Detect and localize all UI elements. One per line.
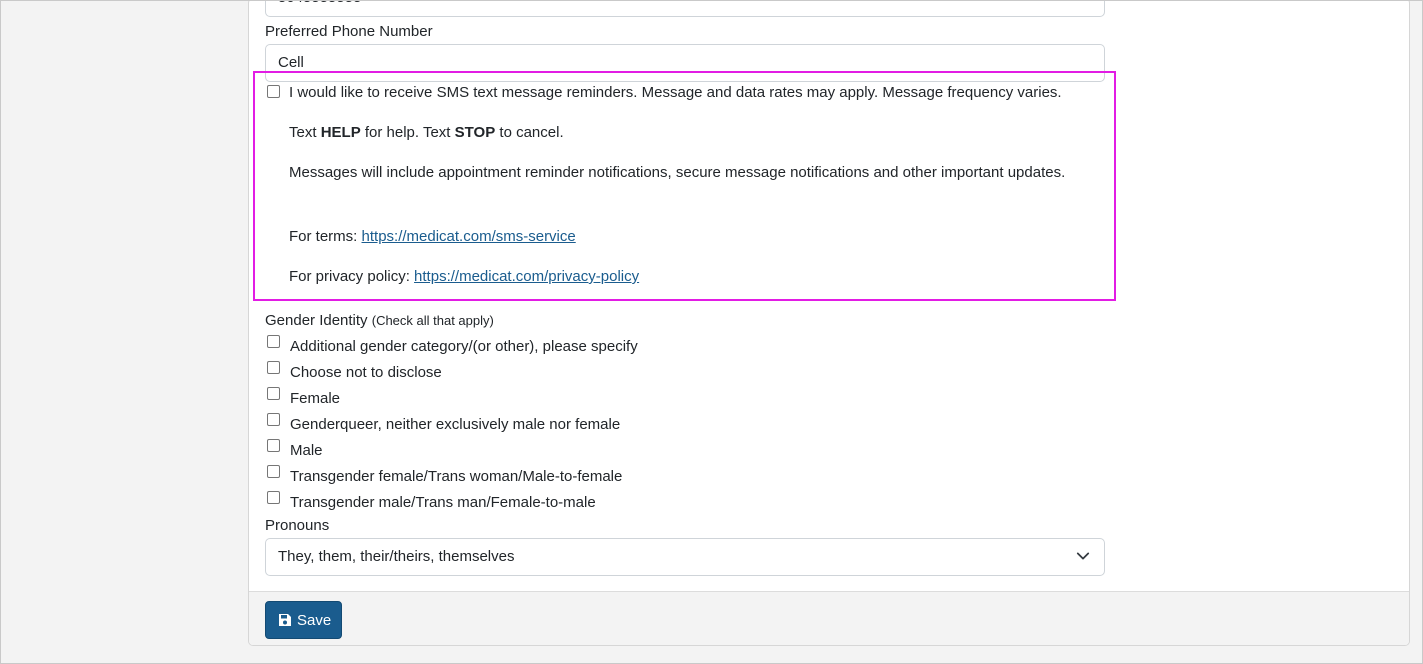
gender-option-label: Transgender male/Trans man/Female-to-mal… [290, 494, 596, 511]
pronouns-selected-value: They, them, their/theirs, themselves [278, 548, 515, 565]
save-button-label: Save [297, 612, 332, 629]
gender-option-label: Choose not to disclose [290, 364, 442, 381]
gender-option-checkbox[interactable] [267, 387, 280, 400]
gender-option-checkbox[interactable] [267, 439, 280, 452]
gender-option-label: Male [290, 442, 323, 459]
gender-option-label: Additional gender category/(or other), p… [290, 338, 638, 355]
form-footer: Save [249, 591, 1409, 645]
privacy-link[interactable]: https://medicat.com/privacy-policy [414, 268, 639, 285]
gender-option-checkbox[interactable] [267, 335, 280, 348]
help-prefix: Text [289, 124, 321, 141]
gender-option-label: Female [290, 390, 341, 407]
sms-messages-info: Messages will include appointment remind… [289, 164, 1066, 181]
phone-number-input[interactable]: 5045555555 [265, 0, 1105, 17]
privacy-prefix: For privacy policy: [289, 268, 415, 285]
pronouns-select[interactable]: They, them, their/theirs, themselves [265, 538, 1105, 576]
profile-form-card: 5045555555 Preferred Phone Number Cell I… [248, 0, 1410, 646]
gender-identity-title: Gender Identity [265, 312, 368, 329]
sms-consent-label[interactable]: I would like to receive SMS text message… [289, 81, 1062, 105]
gender-identity-label: Gender Identity (Check all that apply) [265, 312, 494, 329]
form-body: 5045555555 Preferred Phone Number Cell I… [249, 0, 1409, 591]
gender-option-label: Transgender female/Trans woman/Male-to-f… [290, 468, 623, 485]
gender-option-checkbox[interactable] [267, 465, 280, 478]
preferred-phone-value: Cell [278, 54, 304, 71]
chevron-down-icon [1076, 552, 1090, 560]
preferred-phone-label: Preferred Phone Number [265, 23, 433, 40]
gender-option-checkbox[interactable] [267, 361, 280, 374]
terms-link[interactable]: https://medicat.com/sms-service [362, 228, 576, 245]
sms-privacy-text: For privacy policy: https://medicat.com/… [289, 265, 1089, 289]
sms-consent-checkbox[interactable] [267, 85, 280, 98]
help-suffix: to cancel. [495, 124, 564, 141]
phone-number-value: 5045555555 [278, 0, 361, 6]
help-middle: for help. Text [360, 124, 455, 141]
floppy-disk-icon [279, 614, 291, 626]
sms-terms-text: For terms: https://medicat.com/sms-servi… [289, 225, 1089, 249]
terms-prefix: For terms: [289, 228, 362, 245]
pronouns-label: Pronouns [265, 517, 330, 534]
sms-consent-section: I would like to receive SMS text message… [265, 71, 1115, 299]
gender-option-label: Genderqueer, neither exclusively male no… [290, 416, 621, 433]
help-keyword: HELP [320, 124, 361, 141]
stop-keyword: STOP [454, 124, 496, 141]
gender-option-checkbox[interactable] [267, 491, 280, 504]
gender-identity-subtitle: (Check all that apply) [371, 313, 494, 328]
gender-option-checkbox[interactable] [267, 413, 280, 426]
save-button[interactable]: Save [265, 601, 342, 639]
sms-help-text: Text HELP for help. Text STOP to cancel. [289, 121, 1089, 145]
